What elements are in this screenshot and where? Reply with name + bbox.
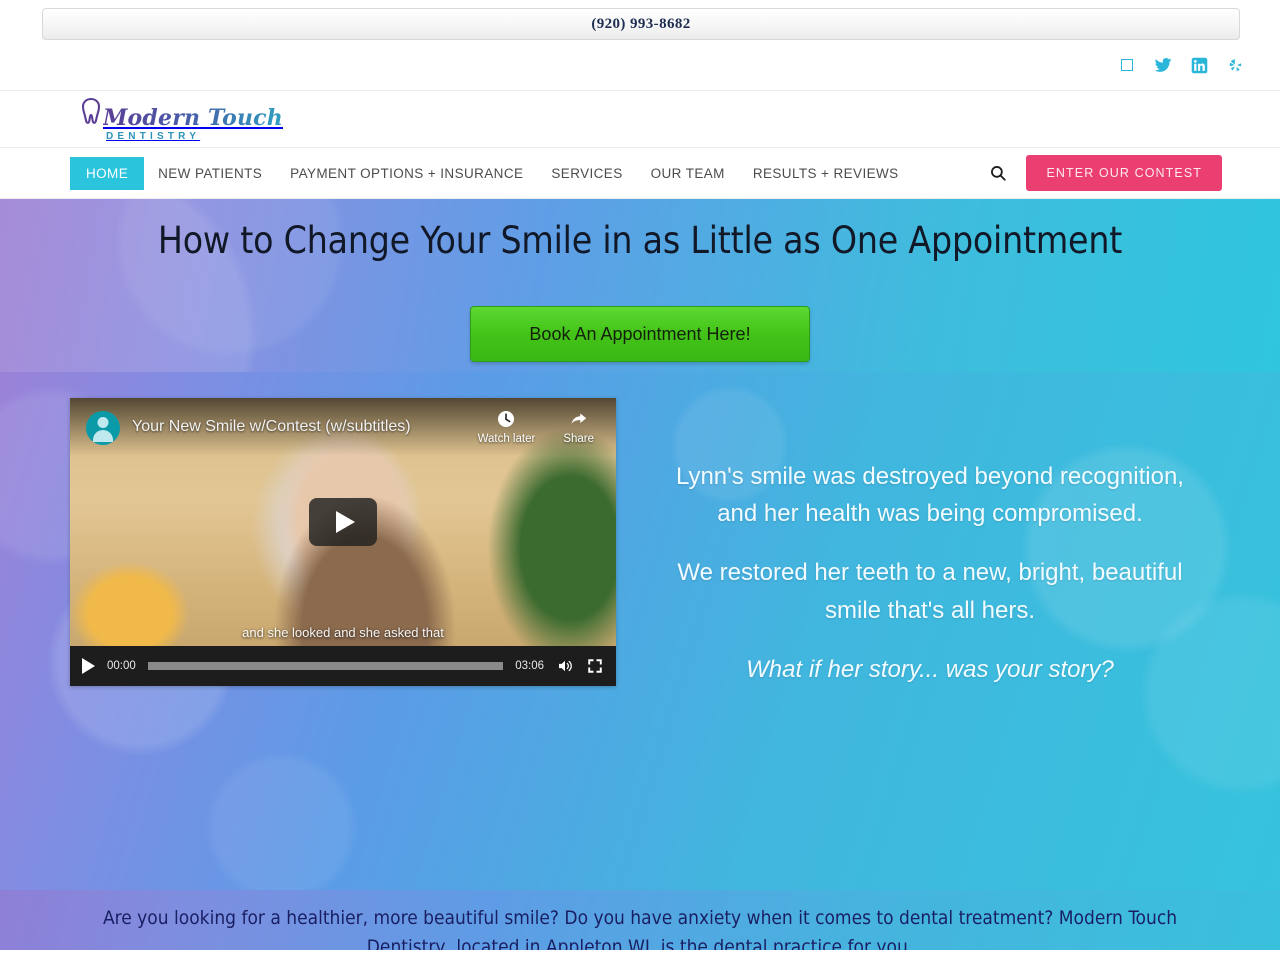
story-copy: Lynn's smile was destroyed beyond recogn…	[660, 458, 1200, 688]
social-links-row	[0, 40, 1280, 90]
intro-paragraph: Are you looking for a healthier, more be…	[102, 907, 1178, 950]
logo-tagline: DENTISTRY	[106, 130, 201, 142]
channel-avatar-icon	[86, 411, 120, 445]
fullscreen-icon[interactable]	[586, 657, 604, 675]
duration: 03:06	[515, 660, 544, 672]
nav-item-services[interactable]: SERVICES	[537, 157, 636, 190]
progress-bar[interactable]	[147, 662, 504, 670]
video-controls-bar: 00:00 03:06	[70, 646, 616, 686]
logo-name: Modern Touch	[103, 104, 283, 131]
video-overlay-actions: Watch later Share	[478, 409, 600, 445]
hero-section: How to Change Your Smile in as Little as…	[0, 199, 1280, 372]
video-overlay-topbar: Your New Smile w/Contest (w/subtitles) W…	[70, 398, 616, 456]
share-label: Share	[563, 433, 594, 445]
facebook-icon[interactable]	[1118, 56, 1136, 74]
intro-section: Are you looking for a healthier, more be…	[0, 890, 1280, 950]
top-phone-bar-container: (920) 993-8682	[0, 0, 1280, 40]
story-line-1: Lynn's smile was destroyed beyond recogn…	[676, 463, 1184, 528]
linkedin-icon[interactable]	[1190, 56, 1208, 74]
book-appointment-button[interactable]: Book An Appointment Here!	[470, 306, 810, 362]
story-section: Your New Smile w/Contest (w/subtitles) W…	[0, 372, 1280, 890]
logo-wordmark-row: Modern Touch	[80, 97, 283, 129]
nav-item-home[interactable]: HOME	[70, 156, 145, 190]
nav-item-payment-options[interactable]: PAYMENT OPTIONS + INSURANCE	[276, 157, 537, 190]
page-title: How to Change Your Smile in as Little as…	[157, 219, 1123, 262]
tooth-icon	[80, 97, 102, 129]
main-navigation: HOME NEW PATIENTS PAYMENT OPTIONS + INSU…	[0, 148, 1280, 199]
clock-icon	[496, 409, 516, 429]
yelp-icon[interactable]	[1226, 56, 1244, 74]
nav-right-group: ENTER OUR CONTEST	[988, 155, 1222, 191]
facebook-square-glyph	[1121, 59, 1133, 71]
nav-item-results-reviews[interactable]: RESULTS + REVIEWS	[739, 157, 913, 190]
phone-number-link[interactable]: (920) 993-8682	[591, 16, 690, 33]
watch-later-label: Watch later	[477, 433, 536, 445]
search-icon[interactable]	[988, 163, 1008, 183]
twitter-icon[interactable]	[1154, 56, 1172, 74]
video-title: Your New Smile w/Contest (w/subtitles)	[132, 418, 411, 435]
enter-contest-button[interactable]: ENTER OUR CONTEST	[1026, 155, 1222, 191]
video-player[interactable]: Your New Smile w/Contest (w/subtitles) W…	[70, 398, 616, 686]
nav-item-new-patients[interactable]: NEW PATIENTS	[144, 157, 276, 190]
play-overlay-button[interactable]	[309, 498, 377, 546]
video-caption-text: and she looked and she asked that	[242, 625, 444, 640]
site-logo[interactable]: Modern Touch DENTISTRY	[80, 97, 283, 142]
share-arrow-icon	[569, 409, 589, 429]
nav-item-our-team[interactable]: OUR TEAM	[637, 157, 739, 190]
video-thumbnail[interactable]: Your New Smile w/Contest (w/subtitles) W…	[70, 398, 616, 646]
current-time: 00:00	[107, 660, 136, 672]
volume-icon[interactable]	[556, 657, 574, 675]
play-button[interactable]	[82, 658, 95, 674]
watch-later-button[interactable]: Watch later	[477, 409, 536, 445]
story-line-3: What if her story... was your story?	[746, 655, 1114, 683]
phone-bar[interactable]: (920) 993-8682	[42, 8, 1240, 40]
story-line-2: We restored her teeth to a new, bright, …	[677, 559, 1183, 624]
nav-items: HOME NEW PATIENTS PAYMENT OPTIONS + INSU…	[70, 156, 913, 190]
logo-bar: Modern Touch DENTISTRY	[0, 90, 1280, 148]
share-button[interactable]: Share	[563, 409, 594, 445]
